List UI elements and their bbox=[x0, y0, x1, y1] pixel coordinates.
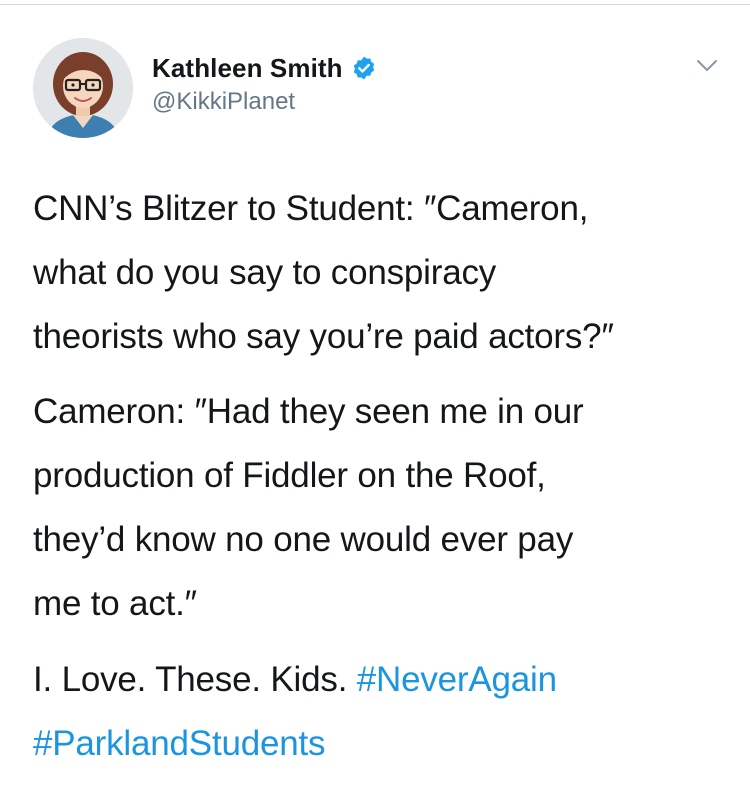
author-avatar[interactable] bbox=[33, 38, 133, 138]
tweet-paragraph: Cameron: ″Had they seen me in our produc… bbox=[33, 380, 723, 636]
tweet-text-line: theorists who say you’re paid actors?″ bbox=[33, 317, 614, 356]
tweet-closing: I. Love. These. Kids. #NeverAgain #Parkl… bbox=[33, 648, 723, 776]
tweet-text-line: production of Fiddler on the Roof, bbox=[33, 456, 546, 495]
tweet-text-line: me to act.″ bbox=[33, 584, 197, 623]
author-handle[interactable]: @KikkiPlanet bbox=[152, 88, 295, 116]
tweet-card: Kathleen Smith @KikkiPlanet CNN’s Blitze… bbox=[0, 0, 750, 797]
verified-badge-icon bbox=[351, 55, 377, 81]
tweet-text-line: Cameron: ″Had they seen me in our bbox=[33, 392, 584, 431]
hashtag-parklandstudents[interactable]: #ParklandStudents bbox=[33, 712, 723, 776]
chevron-down-icon[interactable] bbox=[692, 54, 722, 76]
tweet-paragraph: CNN’s Blitzer to Student: ″Cameron, what… bbox=[33, 177, 723, 369]
avatar-cartoon-woman-glasses-icon bbox=[33, 38, 133, 138]
tweet-text-line: CNN’s Blitzer to Student: ″Cameron, bbox=[33, 189, 589, 228]
hashtag-neveragain[interactable]: #NeverAgain bbox=[357, 660, 557, 699]
author-display-name[interactable]: Kathleen Smith bbox=[152, 53, 343, 84]
author-name-row: Kathleen Smith bbox=[152, 52, 377, 84]
tweet-closing-line: I. Love. These. Kids. #NeverAgain bbox=[33, 648, 723, 712]
tweet-text-line: what do you say to conspiracy bbox=[33, 253, 497, 292]
tweet-text-line: they’d know no one would ever pay bbox=[33, 520, 574, 559]
closing-text: I. Love. These. Kids. bbox=[33, 660, 357, 699]
